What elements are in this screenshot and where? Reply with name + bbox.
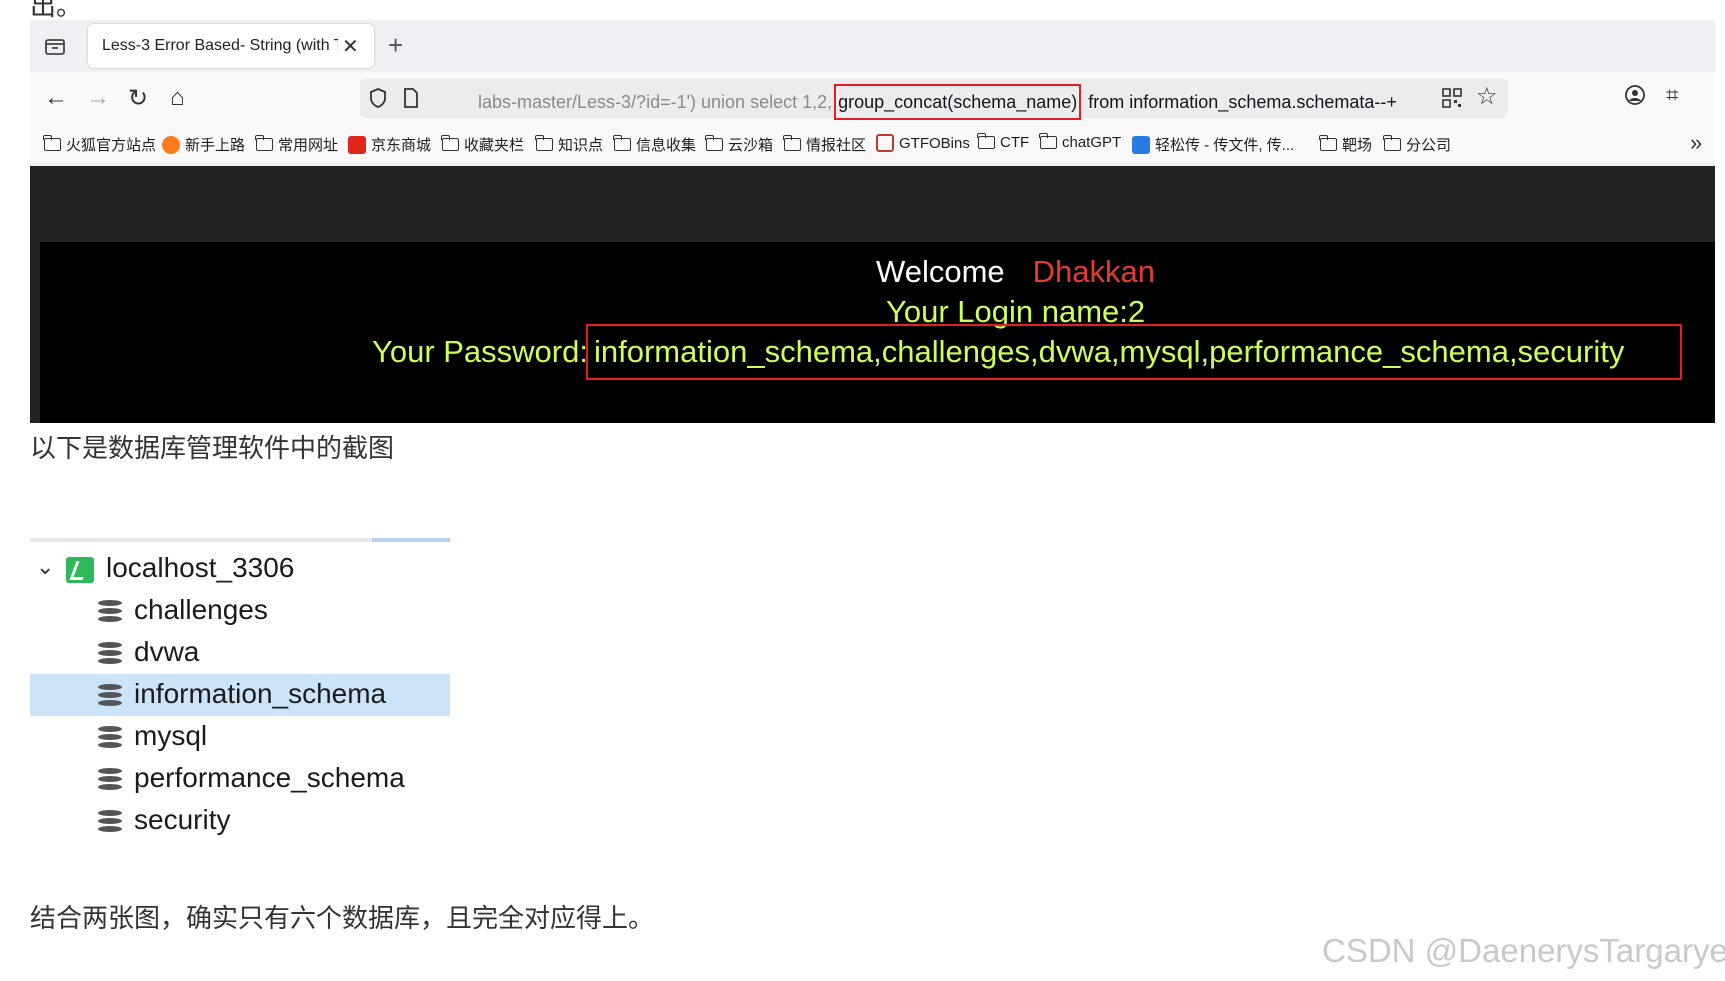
transfer-icon	[1132, 135, 1150, 154]
db-label: information_schema	[134, 678, 387, 709]
tab-active[interactable]: Less-3 Error Based- String (with Twist) …	[88, 24, 374, 68]
csdn-watermark: CSDN @DaenerysTargaryen	[1322, 932, 1725, 969]
bookmark-item[interactable]: CTF	[977, 133, 1029, 151]
tree-db-row[interactable]: security	[30, 800, 450, 842]
bookmark-item[interactable]: 分公司	[1383, 134, 1451, 155]
folder-icon	[705, 135, 723, 151]
folder-icon	[1383, 135, 1401, 151]
database-icon	[98, 600, 122, 626]
tab-list-icon[interactable]	[44, 36, 66, 56]
chevron-right-icon[interactable]: »	[1690, 130, 1702, 156]
password-value: information_schema,challenges,dvwa,mysql…	[594, 334, 1625, 369]
database-icon	[98, 726, 122, 752]
tab-strip: Less-3 Error Based- String (with Twist) …	[30, 20, 1715, 72]
bookmark-item[interactable]: 常用网址	[255, 134, 338, 155]
bookmark-item[interactable]: 京东商城	[348, 134, 431, 155]
paragraph-conclusion: 结合两张图，确实只有六个数据库，且完全对应得上。	[30, 903, 655, 933]
url-suffix: from information_schema.schemata--+	[1083, 92, 1397, 112]
jd-icon	[348, 135, 366, 154]
bookmarks-bar: 火狐官方站点 新手上路 常用网址 京东商城 收藏夹栏 知识点 信息收集 云沙箱 …	[30, 124, 1715, 162]
account-icon[interactable]	[1624, 84, 1646, 106]
tree-db-row[interactable]: challenges	[30, 590, 450, 632]
firefox-icon	[162, 135, 180, 154]
close-icon[interactable]: ✕	[342, 34, 359, 59]
paragraph-intro: 以下是数据库管理软件中的截图	[30, 433, 395, 463]
lab-result-panel: Welcome Dhakkan Your Login name:2 Your Pa…	[40, 242, 1715, 423]
gtfobins-icon	[876, 134, 894, 152]
database-icon	[98, 684, 122, 710]
bookmark-item[interactable]: GTFOBins	[876, 134, 970, 152]
page-viewport: Welcome Dhakkan Your Login name:2 Your Pa…	[30, 166, 1715, 423]
bookmark-item[interactable]: 轻松传 - 传文件, 传...	[1132, 134, 1294, 155]
tree-db-row[interactable]: mysql	[30, 716, 450, 758]
tree-db-row[interactable]: performance_schema	[30, 758, 450, 800]
url-highlighted-payload: group_concat(schema_name)	[834, 84, 1082, 120]
welcome-line: Welcome Dhakkan	[876, 254, 1155, 290]
tab-title: Less-3 Error Based- String (with Twist)	[102, 37, 338, 54]
tree-scroll-track	[30, 538, 450, 542]
back-arrow-icon[interactable]: ←	[44, 84, 68, 112]
database-icon	[98, 810, 122, 836]
chevron-down-icon[interactable]: ⌄	[36, 554, 54, 580]
forward-arrow-icon[interactable]: →	[86, 84, 110, 112]
bookmark-item[interactable]: 信息收集	[613, 134, 696, 155]
new-tab-button[interactable]: +	[388, 30, 403, 61]
welcome-text: Welcome	[876, 254, 1005, 289]
password-label: Your Password:	[372, 334, 588, 369]
folder-icon	[535, 135, 553, 151]
url-text[interactable]: labs-master/Less-3/?id=-1') union select…	[478, 84, 1397, 120]
tree-db-row[interactable]: dvwa	[30, 632, 450, 674]
shield-icon[interactable]	[368, 87, 388, 109]
bookmark-item[interactable]: 靶场	[1319, 134, 1372, 155]
mysql-connection-icon	[66, 557, 94, 583]
db-label: security	[134, 804, 231, 835]
screenshot-crop-icon[interactable]: ⌗	[1666, 82, 1678, 108]
database-tree: ⌄ localhost_3306 challenges dvwa informa…	[30, 538, 450, 838]
tree-scrollbar[interactable]	[372, 538, 450, 542]
db-label: mysql	[134, 720, 208, 751]
folder-icon	[1319, 135, 1337, 151]
bookmark-item[interactable]: 收藏夹栏	[441, 134, 524, 155]
navigation-bar: ← → ↻ ⌂ labs-master/Less-3/?id=-1') unio…	[30, 72, 1715, 124]
bookmark-star-icon[interactable]: ☆	[1476, 82, 1498, 111]
qr-code-icon[interactable]	[1442, 88, 1462, 108]
tree-connection-row[interactable]: ⌄ localhost_3306	[30, 548, 450, 590]
folder-icon	[613, 135, 631, 151]
folder-icon	[43, 135, 61, 151]
password-highlight-box: information_schema,challenges,dvwa,mysql…	[586, 324, 1682, 380]
page-info-icon[interactable]	[402, 87, 420, 109]
bookmark-item[interactable]: 知识点	[535, 134, 603, 155]
db-label: challenges	[134, 594, 268, 625]
home-icon[interactable]: ⌂	[170, 84, 185, 112]
folder-icon	[441, 135, 459, 151]
username-text: Dhakkan	[1032, 254, 1155, 289]
bookmark-item[interactable]: 云沙箱	[705, 134, 773, 155]
folder-icon	[255, 135, 273, 151]
db-label: performance_schema	[134, 762, 405, 793]
browser-window: Less-3 Error Based- String (with Twist) …	[30, 20, 1715, 423]
bookmark-item[interactable]: 新手上路	[162, 134, 245, 155]
url-bar[interactable]: labs-master/Less-3/?id=-1') union select…	[360, 78, 1508, 120]
url-prefix: labs-master/Less-3/?id=-1') union select…	[478, 92, 833, 112]
reload-icon[interactable]: ↻	[128, 84, 148, 113]
bookmark-item[interactable]: 火狐官方站点	[43, 134, 156, 155]
bookmark-item[interactable]: chatGPT	[1039, 133, 1121, 151]
connection-label: localhost_3306	[106, 552, 295, 583]
folder-icon	[783, 135, 801, 151]
bookmark-item[interactable]: 情报社区	[783, 134, 866, 155]
database-icon	[98, 642, 122, 668]
db-label: dvwa	[134, 636, 200, 667]
tree-db-row-selected[interactable]: information_schema	[30, 674, 450, 716]
folder-icon	[977, 133, 995, 149]
folder-icon	[1039, 133, 1057, 149]
database-icon	[98, 768, 122, 794]
